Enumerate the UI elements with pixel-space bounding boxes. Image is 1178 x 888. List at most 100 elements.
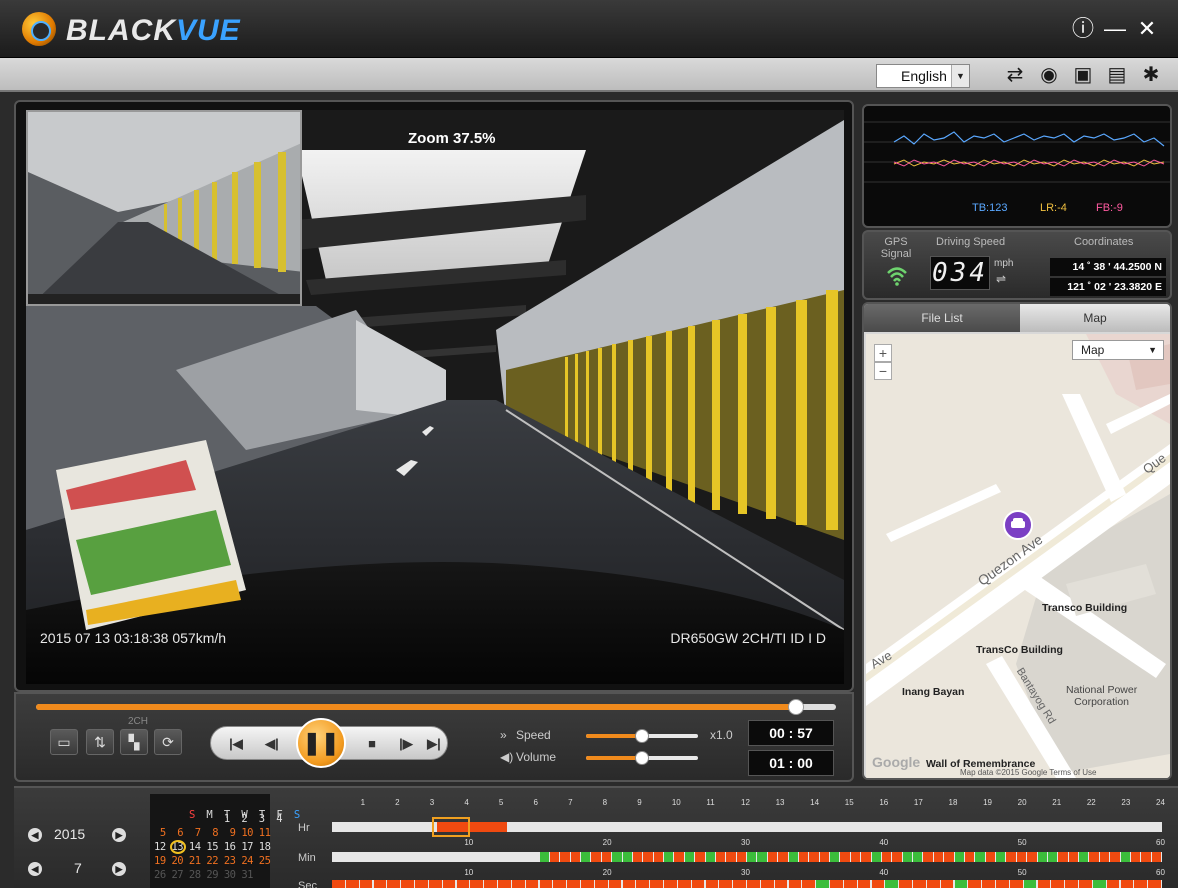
recorded-segment[interactable] xyxy=(622,852,632,862)
map-view[interactable]: + − Map ▼ Quezon Ave Que Transco Buildin… xyxy=(866,334,1170,778)
recorded-segment[interactable] xyxy=(1151,852,1161,862)
recorded-segment[interactable] xyxy=(1058,852,1068,862)
prev-month-button[interactable]: ◀ xyxy=(28,862,42,876)
recorded-segment[interactable] xyxy=(1037,880,1051,888)
recorded-segment[interactable] xyxy=(373,880,387,888)
speed-slider-handle[interactable] xyxy=(635,729,649,743)
hour-selector[interactable] xyxy=(432,817,470,837)
recorded-segment[interactable] xyxy=(719,880,733,888)
recorded-segment[interactable] xyxy=(885,880,899,888)
rear-camera-pip[interactable] xyxy=(26,110,302,306)
close-button[interactable]: ✕ xyxy=(1134,16,1160,42)
recorded-segment[interactable] xyxy=(553,880,567,888)
recorded-segment[interactable] xyxy=(560,852,570,862)
recorded-segment[interactable] xyxy=(601,852,612,862)
recorded-segment[interactable] xyxy=(1141,852,1151,862)
recorded-segment[interactable] xyxy=(1148,880,1161,888)
recorded-segment[interactable] xyxy=(664,880,677,888)
recorded-segment[interactable] xyxy=(456,880,470,888)
recorded-segment[interactable] xyxy=(1079,852,1089,862)
recorded-segment[interactable] xyxy=(923,852,933,862)
recorded-segment[interactable] xyxy=(954,852,964,862)
recorded-segment[interactable] xyxy=(1037,852,1047,862)
prev-year-button[interactable]: ◀ xyxy=(28,828,42,842)
tab-file-list[interactable]: File List xyxy=(864,304,1020,332)
recorded-segment[interactable] xyxy=(691,880,705,888)
minute-timeline[interactable] xyxy=(332,852,1162,862)
recorded-segment[interactable] xyxy=(359,880,373,888)
recorded-segment[interactable] xyxy=(1110,852,1120,862)
recorded-segment[interactable] xyxy=(1130,852,1141,862)
info-icon[interactable]: ⓘ xyxy=(1070,16,1096,42)
recorded-segment[interactable] xyxy=(695,852,705,862)
step-forward-button[interactable]: |▶ xyxy=(391,732,421,756)
recorded-segment[interactable] xyxy=(591,852,601,862)
recorded-segment[interactable] xyxy=(1027,852,1037,862)
recorded-segment[interactable] xyxy=(843,880,857,888)
recorded-segment[interactable] xyxy=(809,852,819,862)
recorded-segment[interactable] xyxy=(636,880,650,888)
recorded-segment[interactable] xyxy=(567,880,580,888)
pause-button[interactable]: ❚❚ xyxy=(296,718,346,768)
recorded-segment[interactable] xyxy=(757,852,767,862)
skip-last-button[interactable]: ▶| xyxy=(419,732,449,756)
recorded-segment[interactable] xyxy=(1065,880,1078,888)
calendar-week-5[interactable]: 26 27 28 29 30 31 xyxy=(154,869,253,881)
recorded-segment[interactable] xyxy=(581,880,594,888)
recorded-segment[interactable] xyxy=(705,852,715,862)
recorded-segment[interactable] xyxy=(632,852,643,862)
recorded-segment[interactable] xyxy=(415,880,428,888)
next-month-button[interactable]: ▶ xyxy=(112,862,126,876)
calendar[interactable]: S M T W T F S 1 2 3 4 5 6 7 8 9 10 11 12… xyxy=(150,794,300,888)
second-timeline[interactable] xyxy=(332,880,1162,888)
recorded-segment[interactable] xyxy=(1134,880,1148,888)
print-icon[interactable]: ▤ xyxy=(1104,63,1130,87)
convert-icon[interactable]: ⇄ xyxy=(1002,63,1028,87)
stop-button[interactable]: ■ xyxy=(357,732,387,756)
recorded-segment[interactable] xyxy=(726,852,736,862)
recorded-segment[interactable] xyxy=(1092,880,1106,888)
recorded-segment[interactable] xyxy=(913,880,926,888)
recorded-segment[interactable] xyxy=(802,880,816,888)
next-year-button[interactable]: ▶ xyxy=(112,828,126,842)
recorded-segment[interactable] xyxy=(778,852,788,862)
recorded-segment[interactable] xyxy=(985,852,995,862)
mirror-button[interactable]: ⇅ xyxy=(86,729,114,755)
recorded-segment[interactable] xyxy=(747,880,760,888)
recorded-segment[interactable] xyxy=(1051,880,1065,888)
open-folder-button[interactable]: ▭ xyxy=(50,729,78,755)
map-zoom-in-button[interactable]: + xyxy=(874,344,892,362)
recorded-segment[interactable] xyxy=(401,880,414,888)
calendar-week-1[interactable]: 1 2 3 4 xyxy=(154,813,283,825)
recorded-segment[interactable] xyxy=(1068,852,1078,862)
recorded-segment[interactable] xyxy=(881,852,892,862)
recorded-segment[interactable] xyxy=(913,852,923,862)
recorded-segment[interactable] xyxy=(871,852,881,862)
gps-icon[interactable]: ◉ xyxy=(1036,63,1062,87)
recorded-segment[interactable] xyxy=(1016,852,1027,862)
recorded-segment[interactable] xyxy=(664,852,674,862)
recorded-segment[interactable] xyxy=(1006,852,1016,862)
recorded-segment[interactable] xyxy=(1120,880,1134,888)
recorded-segment[interactable] xyxy=(674,852,684,862)
recorded-segment[interactable] xyxy=(1106,880,1120,888)
recorded-segment[interactable] xyxy=(975,852,985,862)
recorded-segment[interactable] xyxy=(1023,880,1037,888)
video-viewport[interactable]: Zoom 37.5% 2015 07 13 03:18:38 057km/h D… xyxy=(26,110,844,684)
recorded-segment[interactable] xyxy=(926,880,940,888)
volume-slider-handle[interactable] xyxy=(635,751,649,765)
recorded-segment[interactable] xyxy=(902,852,912,862)
recorded-segment[interactable] xyxy=(539,852,549,862)
calendar-week-2[interactable]: 5 6 7 8 9 10 11 xyxy=(154,827,271,839)
recorded-segment[interactable] xyxy=(774,880,788,888)
recorded-segment[interactable] xyxy=(899,880,912,888)
recorded-segment[interactable] xyxy=(650,880,663,888)
recorded-segment[interactable] xyxy=(940,880,954,888)
recorded-segment[interactable] xyxy=(570,852,580,862)
recorded-segment[interactable] xyxy=(653,852,663,862)
tab-map[interactable]: Map xyxy=(1020,304,1170,332)
rotate-button[interactable]: ⟳ xyxy=(154,729,182,755)
recorded-segment[interactable] xyxy=(1047,852,1058,862)
recorded-segment[interactable] xyxy=(830,852,840,862)
recorded-segment[interactable] xyxy=(643,852,653,862)
